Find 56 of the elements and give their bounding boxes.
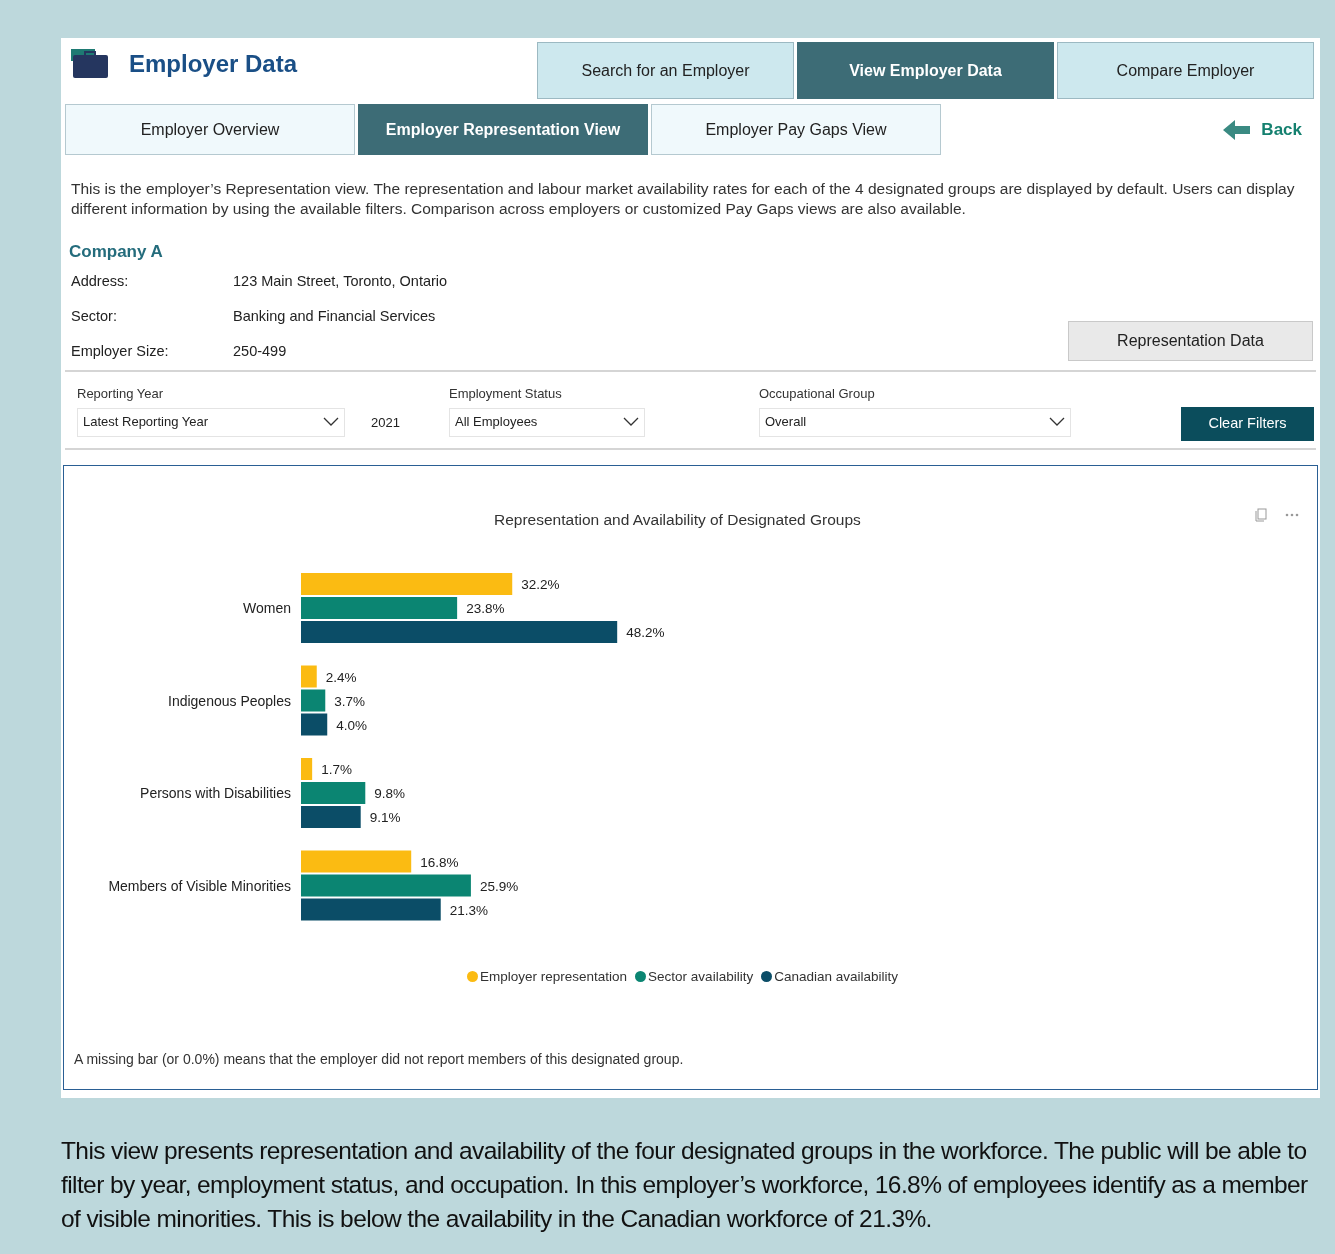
nav-tab[interactable]: View Employer Data bbox=[797, 42, 1054, 99]
company-name: Company A bbox=[69, 241, 164, 263]
value-label: 4.0% bbox=[336, 717, 367, 733]
field-label: Employer Size: bbox=[70, 342, 170, 362]
chart-title: Representation and Availability of Designated Groups bbox=[494, 509, 861, 530]
legend-label: Canadian availability bbox=[774, 967, 898, 986]
copy-icon[interactable] bbox=[1255, 507, 1267, 522]
nav-tab[interactable]: Search for an Employer bbox=[537, 42, 794, 99]
field-value: Banking and Financial Services bbox=[233, 307, 436, 327]
value-label: 16.8% bbox=[420, 854, 459, 870]
value-label: 2.4% bbox=[325, 669, 357, 685]
chart-note: A missing bar (or 0.0%) means that the employer did not report members of this designated group. bbox=[74, 1049, 685, 1069]
category-label: Indigenous Peoples bbox=[168, 692, 291, 709]
page-title: Employer Data bbox=[129, 49, 298, 79]
bar bbox=[301, 713, 328, 736]
field-value: 250-499 bbox=[233, 342, 287, 362]
value-label: 25.9% bbox=[479, 878, 519, 894]
left-arrow-icon bbox=[1223, 119, 1252, 140]
nav-tab[interactable]: Compare Employer bbox=[1057, 42, 1314, 99]
back-link[interactable]: Back bbox=[1223, 116, 1302, 143]
value-label: 9.8% bbox=[374, 785, 406, 801]
filter-dropdown[interactable]: All Employees bbox=[449, 407, 645, 437]
filter-dropdown[interactable]: Latest Reporting Year bbox=[77, 407, 345, 437]
value-label: 48.2% bbox=[626, 624, 665, 640]
value-label: 23.8% bbox=[466, 600, 505, 616]
value-label: 21.3% bbox=[449, 902, 488, 918]
filter-dropdown[interactable]: Overall bbox=[759, 407, 1071, 437]
field-value: 123 Main Street, Toronto, Ontario bbox=[233, 272, 448, 292]
value-label: 32.2% bbox=[521, 576, 560, 592]
chevron-down-icon bbox=[1049, 417, 1065, 427]
year-value: 2021 bbox=[371, 414, 400, 433]
category-label: Members of Visible Minorities bbox=[108, 877, 291, 894]
chevron-down-icon bbox=[623, 417, 639, 427]
view-tab[interactable]: Employer Overview bbox=[65, 104, 355, 155]
value-label: 3.7% bbox=[334, 693, 366, 709]
view-tab[interactable]: Employer Representation View bbox=[358, 104, 648, 155]
filter-label: Reporting Year bbox=[77, 384, 164, 403]
filter-label: Occupational Group bbox=[759, 384, 876, 403]
legend-label: Sector availability bbox=[648, 967, 754, 986]
bar bbox=[301, 805, 361, 828]
category-label: Persons with Disabilities bbox=[140, 784, 291, 801]
caption-paragraph: This view presents representation and availability of the four designated groups in the workforce. The public will be able to filter by year, employment status, and occupation. In this employer’s workforce, 16.8% of employees identify as a member of visible minorities. This is below the availability in the Canadian workforce of 21.3%. bbox=[61, 1136, 1309, 1234]
category-label: Women bbox=[243, 599, 291, 616]
value-label: 1.7% bbox=[321, 761, 352, 777]
representation-data-button[interactable]: Representation Data bbox=[1068, 320, 1313, 361]
value-label: 9.1% bbox=[369, 809, 401, 825]
field-label: Address: bbox=[70, 272, 130, 292]
legend-label: Employer representation bbox=[480, 967, 628, 986]
clear-filters-button[interactable]: Clear Filters bbox=[1181, 406, 1314, 441]
more-options-icon[interactable] bbox=[1285, 512, 1299, 517]
briefcase-icon bbox=[71, 49, 109, 79]
view-tab[interactable]: Employer Pay Gaps View bbox=[651, 104, 941, 155]
intro-paragraph: This is the employer’s Representation view. The representation and labour market availability rates for each of the 4 designated groups are displayed by default. Users can display different information by using the available filters. Comparison across employers or customized Pay Gaps views are also available. bbox=[70, 179, 1296, 219]
filter-label: Employment Status bbox=[449, 384, 563, 403]
field-label: Sector: bbox=[70, 307, 118, 327]
chevron-down-icon bbox=[323, 417, 339, 427]
